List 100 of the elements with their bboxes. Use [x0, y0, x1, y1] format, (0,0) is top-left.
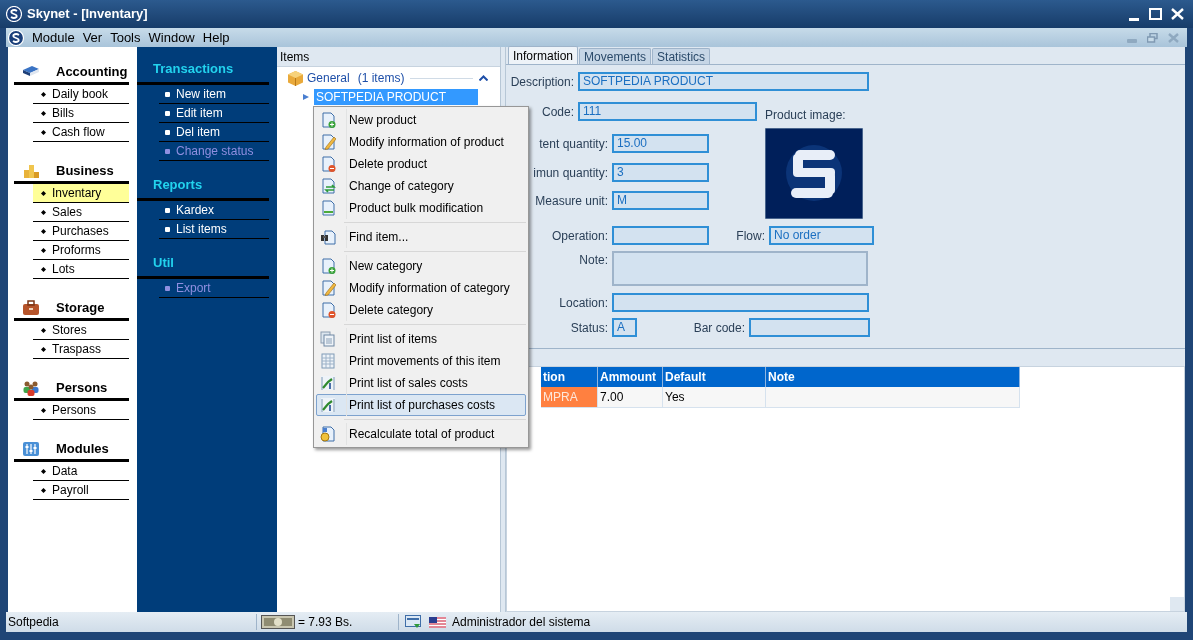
section-title: Util [137, 255, 269, 279]
menu-item[interactable]: Print list of sales costs [316, 372, 526, 394]
document-remove-icon [320, 156, 336, 172]
document-arrows-icon [320, 178, 336, 194]
field-label: Product image: [765, 107, 847, 124]
menu-item[interactable]: Print list of items [316, 328, 526, 350]
document-coin-icon [320, 426, 336, 442]
field-label: imun quantity: [533, 164, 608, 182]
category-label[interactable]: General [307, 69, 350, 87]
text-field[interactable]: SOFTPEDIA PRODUCT [578, 72, 869, 91]
exchange-rate: = 7.93 Bs. [298, 614, 354, 631]
document-pencil-icon [320, 280, 336, 296]
document-icon [320, 200, 336, 216]
tab[interactable]: Information [508, 46, 579, 64]
action-link[interactable]: New item [159, 85, 269, 104]
flag-icon [429, 616, 446, 628]
field-label: Operation: [551, 227, 608, 245]
column-header[interactable]: Ammount [598, 367, 663, 387]
field-label: Measure unit: [535, 192, 608, 210]
text-field[interactable]: 3 [612, 163, 709, 182]
sidebar-item[interactable]: Payroll [33, 481, 129, 500]
menu-item[interactable]: Delete product [316, 153, 526, 175]
text-field[interactable]: M [612, 191, 709, 210]
bullet-icon [41, 266, 46, 272]
action-link[interactable]: Kardex [159, 201, 269, 220]
briefcase-icon [22, 298, 40, 317]
tab[interactable]: Statistics [652, 48, 711, 64]
bullet-icon [41, 346, 46, 352]
document-add-icon [320, 112, 336, 128]
menu-item[interactable]: Ver [78, 27, 107, 48]
sidebar-item[interactable]: Sales [33, 203, 129, 222]
collapse-icon[interactable] [479, 75, 488, 81]
menu-item[interactable]: Product bulk modification [316, 197, 526, 219]
sidebar-item[interactable]: Bills [33, 104, 129, 123]
menu-item[interactable]: Tools [106, 27, 145, 48]
scrollbar-corner [1170, 597, 1184, 611]
menu-item[interactable]: Help [198, 27, 234, 48]
menu-item[interactable]: Module [28, 27, 79, 48]
maximize-button[interactable] [1149, 7, 1163, 21]
text-field[interactable]: 111 [578, 102, 757, 121]
action-link[interactable]: List items [159, 220, 269, 239]
group-title: Business [56, 161, 114, 180]
restore-icon [1147, 32, 1158, 43]
chart-icon [320, 375, 336, 391]
menu-item[interactable]: Change of category [316, 175, 526, 197]
sidebar-item[interactable]: Persons [33, 401, 129, 420]
menu-item[interactable]: Modify information of category [316, 277, 526, 299]
text-field[interactable]: No order [769, 226, 874, 245]
sidebar-item[interactable]: Stores [33, 321, 129, 340]
menu-item[interactable]: Window [144, 27, 199, 48]
sidebar-item-label: Proforms [52, 242, 101, 259]
menu-item[interactable]: New product [316, 109, 526, 131]
bullet-icon [41, 91, 46, 97]
field-label: Flow: [736, 227, 765, 245]
sidebar-item[interactable]: Daily book [33, 85, 129, 104]
input-field[interactable] [612, 293, 869, 312]
document-add-icon [320, 258, 336, 274]
close-button[interactable] [1171, 7, 1185, 21]
text-field[interactable]: A [612, 318, 637, 337]
menu-item[interactable]: Print movements of this item [316, 350, 526, 372]
menu-item[interactable]: Print list of purchases costs [316, 394, 526, 416]
window-title: Skynet - [Inventary] [27, 5, 148, 24]
tab[interactable]: Movements [579, 48, 652, 64]
bullet-icon [165, 285, 170, 291]
group-title: Persons [56, 378, 108, 397]
group-title: Storage [56, 298, 105, 317]
column-header[interactable]: tion [541, 367, 598, 387]
action-link[interactable]: Del item [159, 123, 269, 142]
sidebar-item-label: Bills [52, 105, 74, 122]
bullet-icon [165, 129, 170, 135]
table-cell: MPRA [541, 387, 598, 408]
input-field[interactable] [749, 318, 870, 337]
menu-item[interactable]: Recalculate total of product [316, 423, 526, 445]
sidebar-item[interactable]: Inventary [33, 184, 129, 203]
action-link[interactable]: Edit item [159, 104, 269, 123]
menu-item[interactable]: Delete category [316, 299, 526, 321]
minimize-icon [1127, 38, 1137, 43]
sidebar-item[interactable]: Traspass [33, 340, 129, 359]
binoculars-icon [320, 229, 336, 245]
group-title: Modules [56, 439, 109, 458]
sidebar-item[interactable]: Proforms [33, 241, 129, 260]
input-field[interactable] [612, 226, 709, 245]
menu-item[interactable]: Modify information of product [316, 131, 526, 153]
section-title: Transactions [137, 61, 269, 85]
bullet-icon [41, 190, 46, 196]
item-count: (1 items) [357, 70, 405, 87]
column-header[interactable]: Note [766, 367, 1020, 387]
column-header[interactable]: Default [663, 367, 766, 387]
sidebar-item[interactable]: Lots [33, 260, 129, 279]
close-icon [1168, 32, 1179, 43]
sidebar-item[interactable]: Data [33, 462, 129, 481]
menu-item[interactable]: Find item... [316, 226, 526, 248]
sidebar-item[interactable]: Purchases [33, 222, 129, 241]
bullet-icon [41, 487, 46, 493]
sidebar-item-label: Payroll [52, 482, 89, 499]
input-field[interactable] [612, 251, 868, 286]
sidebar-item-label: Lots [52, 261, 75, 278]
menu-item[interactable]: New category [316, 255, 526, 277]
sidebar-item[interactable]: Cash flow [33, 123, 129, 142]
text-field[interactable]: 15.00 [612, 134, 709, 153]
